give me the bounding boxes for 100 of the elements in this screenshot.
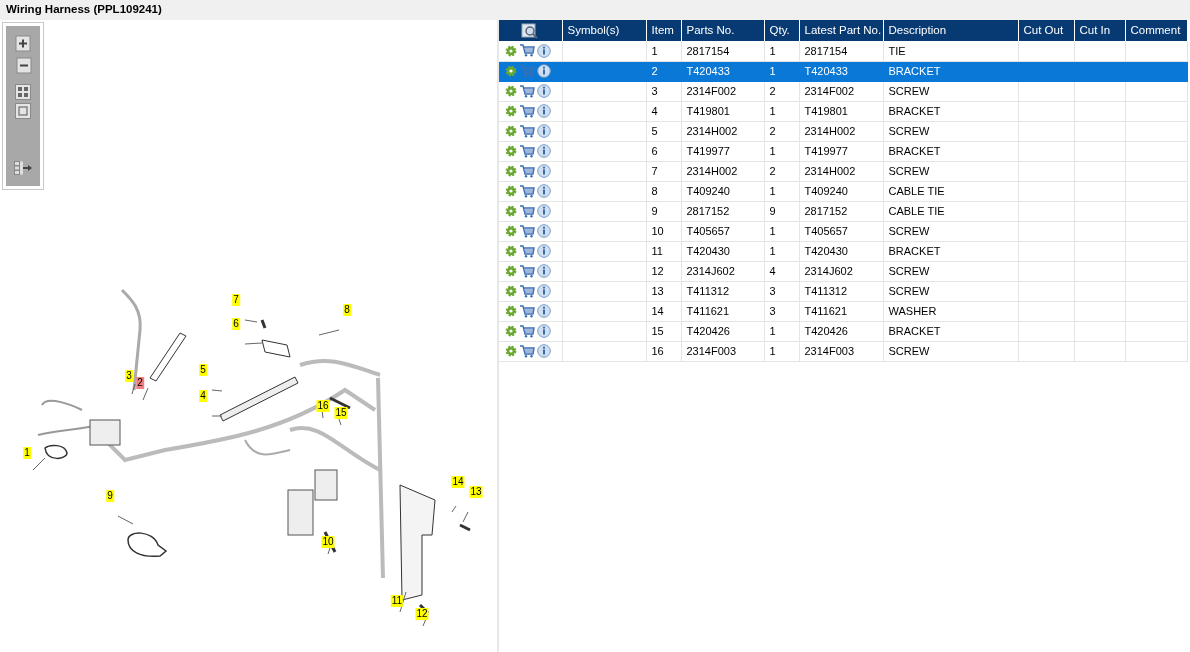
info-icon[interactable]	[537, 284, 551, 298]
gear-icon[interactable]	[505, 105, 517, 117]
gear-icon[interactable]	[505, 305, 517, 317]
cart-icon[interactable]	[519, 204, 535, 218]
cart-icon[interactable]	[519, 104, 535, 118]
callout-label[interactable]: 1	[23, 447, 31, 459]
table-row[interactable]: 13 T411312 3 T411312 SCREW	[499, 281, 1187, 301]
gear-icon[interactable]	[505, 125, 517, 137]
table-row[interactable]: 7 2314H002 2 2314H002 SCREW	[499, 161, 1187, 181]
callout-label[interactable]: 15	[334, 407, 348, 419]
table-row[interactable]: 12 2314J602 4 2314J602 SCREW	[499, 261, 1187, 281]
info-icon[interactable]	[537, 224, 551, 238]
table-cell: 1	[764, 321, 799, 341]
table-cell: 1	[764, 141, 799, 161]
callout-label[interactable]: 10	[321, 536, 335, 548]
table-row[interactable]: 16 2314F003 1 2314F003 SCREW	[499, 341, 1187, 361]
fit-window-icon[interactable]	[15, 103, 31, 119]
cart-icon[interactable]	[519, 284, 535, 298]
cart-icon[interactable]	[519, 244, 535, 258]
info-icon[interactable]	[537, 304, 551, 318]
cart-icon[interactable]	[519, 144, 535, 158]
search-icon[interactable]	[521, 22, 540, 39]
grid-icon[interactable]	[15, 84, 31, 100]
cart-icon[interactable]	[519, 324, 535, 338]
gear-icon[interactable]	[505, 205, 517, 217]
zoom-out-icon[interactable]	[14, 57, 32, 74]
cart-icon[interactable]	[519, 344, 535, 358]
cart-icon[interactable]	[519, 84, 535, 98]
callout-label[interactable]: 14	[451, 476, 465, 488]
gear-icon[interactable]	[505, 44, 517, 57]
table-cell: 2314H002	[799, 121, 883, 141]
info-icon[interactable]	[537, 84, 551, 98]
callout-label[interactable]: 9	[106, 490, 114, 502]
table-row[interactable]: 14 T411621 3 T411621 WASHER	[499, 301, 1187, 321]
table-row[interactable]: 4 T419801 1 T419801 BRACKET	[499, 101, 1187, 121]
cart-icon[interactable]	[519, 304, 535, 318]
table-row[interactable]: 8 T409240 1 T409240 CABLE TIE	[499, 181, 1187, 201]
info-icon[interactable]	[537, 324, 551, 338]
gear-icon[interactable]	[505, 185, 517, 197]
export-list-icon[interactable]	[14, 161, 32, 175]
callout-label[interactable]: 12	[415, 608, 429, 620]
gear-icon[interactable]	[505, 285, 517, 297]
gear-icon[interactable]	[505, 265, 517, 277]
table-row[interactable]: 3 2314F002 2 2314F002 SCREW	[499, 81, 1187, 101]
cart-icon[interactable]	[519, 44, 535, 58]
info-icon[interactable]	[537, 164, 551, 178]
callout-label[interactable]: 5	[199, 364, 207, 376]
info-icon[interactable]	[537, 204, 551, 218]
table-cell: T420430	[681, 241, 764, 261]
gear-icon[interactable]	[505, 65, 517, 77]
callout-label[interactable]: 2	[136, 377, 144, 389]
table-cell: 9	[764, 201, 799, 221]
table-cell: T409240	[681, 181, 764, 201]
table-cell: SCREW	[883, 221, 1018, 241]
info-icon[interactable]	[537, 264, 551, 278]
cart-icon[interactable]	[519, 264, 535, 278]
table-cell: 2314F002	[681, 81, 764, 101]
table-cell: T419801	[799, 101, 883, 121]
gear-icon[interactable]	[505, 225, 517, 237]
callout-label[interactable]: 6	[232, 318, 240, 330]
info-icon[interactable]	[537, 64, 551, 78]
gear-icon[interactable]	[505, 325, 517, 337]
cart-icon[interactable]	[519, 124, 535, 138]
table-row[interactable]: 11 T420430 1 T420430 BRACKET	[499, 241, 1187, 261]
table-row[interactable]: 15 T420426 1 T420426 BRACKET	[499, 321, 1187, 341]
table-row[interactable]: 9 2817152 9 2817152 CABLE TIE	[499, 201, 1187, 221]
table-row[interactable]: 2 T420433 1 T420433 BRACKET	[499, 61, 1187, 81]
callout-label[interactable]: 11	[390, 595, 404, 607]
info-icon[interactable]	[537, 124, 551, 138]
cart-icon[interactable]	[519, 164, 535, 178]
callout-label[interactable]: 8	[343, 304, 351, 316]
info-icon[interactable]	[537, 144, 551, 158]
table-cell: 1	[764, 341, 799, 361]
gear-icon[interactable]	[505, 85, 517, 97]
table-cell: 2	[764, 81, 799, 101]
gear-icon[interactable]	[505, 145, 517, 157]
info-icon[interactable]	[537, 104, 551, 118]
zoom-in-icon[interactable]	[14, 35, 32, 52]
gear-icon[interactable]	[505, 245, 517, 257]
table-cell: BRACKET	[883, 241, 1018, 261]
table-cell: 8	[646, 181, 681, 201]
callout-label[interactable]: 7	[232, 294, 240, 306]
cart-icon[interactable]	[519, 224, 535, 238]
info-icon[interactable]	[537, 43, 551, 58]
callout-label[interactable]: 13	[469, 486, 483, 498]
cart-icon[interactable]	[519, 184, 535, 198]
info-icon[interactable]	[537, 244, 551, 258]
table-row[interactable]: 6 T419977 1 T419977 BRACKET	[499, 141, 1187, 161]
table-cell: 1	[764, 101, 799, 121]
info-icon[interactable]	[537, 184, 551, 198]
table-row[interactable]: 10 T405657 1 T405657 SCREW	[499, 221, 1187, 241]
table-row[interactable]: 1 2817154 1 2817154 TIE	[499, 41, 1187, 61]
callout-label[interactable]: 4	[199, 390, 207, 402]
gear-icon[interactable]	[505, 345, 517, 357]
table-row[interactable]: 5 2314H002 2 2314H002 SCREW	[499, 121, 1187, 141]
callout-label[interactable]: 16	[316, 400, 330, 412]
info-icon[interactable]	[537, 344, 551, 358]
callout-label[interactable]: 3	[125, 370, 133, 382]
gear-icon[interactable]	[505, 165, 517, 177]
table-cell: T411312	[681, 281, 764, 301]
